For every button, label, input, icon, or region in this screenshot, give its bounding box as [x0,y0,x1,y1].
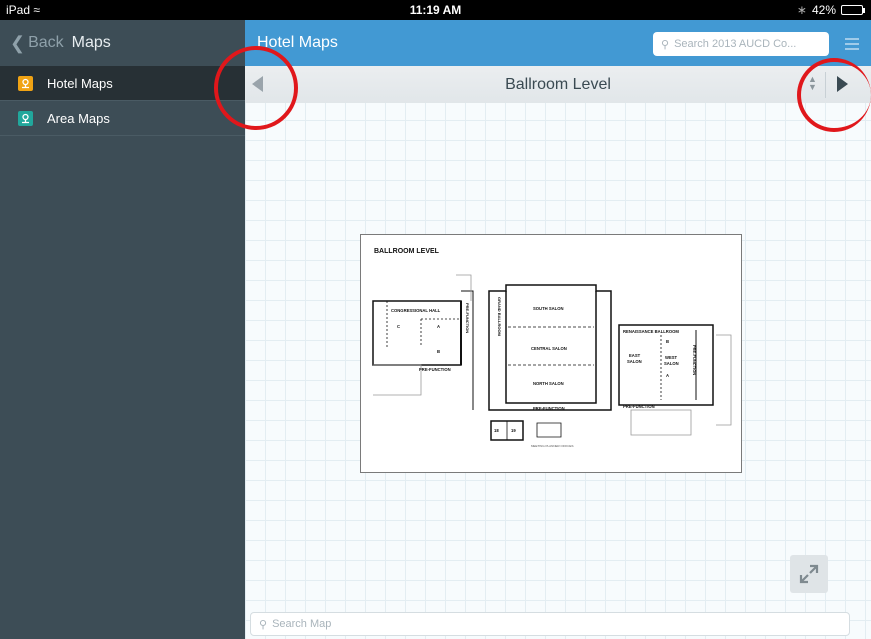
sidebar-item-label: Hotel Maps [47,75,113,91]
map-label-east-1: EAST [629,353,641,358]
level-selector: Ballroom Level ▲ ▼ [245,66,871,103]
map-pin-icon [18,75,33,91]
chevron-left-icon: ❮ [10,32,26,53]
map-view: Hotel Maps ⚲ Search 2013 AUCD Co... Ball… [245,20,871,639]
map-label-pre-function-2: PRE-FUNCTION [533,406,565,411]
top-bar: Hotel Maps ⚲ Search 2013 AUCD Co... [245,20,871,66]
floor-plan-drawing: CONGRESSIONAL HALL C A B PRE-FUNCTION SO… [372,274,732,448]
battery-icon [841,5,865,15]
map-label-west-1: WEST [665,355,678,360]
battery-percent: 42% [811,3,836,17]
map-label-grand-ballroom: GRAND BALLROOM [497,297,502,337]
sidebar-item-label: Area Maps [47,110,110,126]
map-label-east-2: SALON [627,359,642,364]
sidebar-title: Maps [71,34,111,51]
map-label-b2: B [666,339,669,344]
expand-icon [799,564,819,584]
map-label-north-salon: NORTH SALON [533,381,564,386]
map-label-a: A [437,324,440,329]
map-label-pre-function-v: PRE-FUNCTION [465,303,470,333]
menu-icon[interactable] [845,38,859,53]
expand-button[interactable] [790,555,828,593]
sidebar: ❮ Back Maps Hotel Maps Area Maps [0,20,245,639]
map-label-c: C [397,324,400,329]
search-placeholder: Search 2013 AUCD Co... [674,38,797,50]
map-label-south-salon: SOUTH SALON [533,306,563,311]
search-icon: ⚲ [259,618,268,631]
map-label-a2: A [666,373,669,378]
battery-status: ∗ 42% [796,3,865,17]
map-label-pre-function-3: PRE-FUNCTION [623,404,655,409]
clock: 11:19 AM [409,3,462,17]
search-icon: ⚲ [661,38,670,51]
floor-plan-image[interactable]: BALLROOM LEVEL CONGRESSIONAL HALL C A B … [360,234,742,473]
annotation-circle-right [797,58,871,132]
sidebar-item-hotel-maps[interactable]: Hotel Maps [0,66,245,101]
map-label-pre-function-1: PRE-FUNCTION [419,367,451,372]
map-label-meeting-planner: MEETING PLANNER OFFICES [531,444,574,448]
search-input[interactable]: ⚲ Search 2013 AUCD Co... [653,32,829,56]
map-label-central-salon: CENTRAL SALON [531,346,567,351]
search-map-placeholder: Search Map [272,618,332,630]
search-map-input[interactable]: ⚲ Search Map [250,612,850,636]
status-bar: iPad ≈ 11:19 AM ∗ 42% [0,0,871,20]
map-label-west-2: SALON [664,361,679,366]
map-label-renaissance-ballroom: RENAISSANCE BALLROOM [623,329,679,334]
level-title: Ballroom Level [505,76,611,93]
sidebar-header: ❮ Back Maps [0,20,245,66]
map-label-congressional-hall: CONGRESSIONAL HALL [391,308,441,313]
map-label-b: B [437,349,440,354]
bluetooth-icon: ∗ [796,3,807,17]
map-label-pre-function-v2: PRE-FUNCTION [692,345,697,375]
back-label: Back [28,34,64,51]
back-button[interactable]: ❮ Back [10,33,64,54]
sidebar-item-area-maps[interactable]: Area Maps [0,101,245,136]
map-label-room-19: 19 [511,428,516,433]
annotation-circle-left [214,46,298,130]
map-pin-icon [18,110,33,126]
map-label-room-18: 18 [494,428,499,433]
